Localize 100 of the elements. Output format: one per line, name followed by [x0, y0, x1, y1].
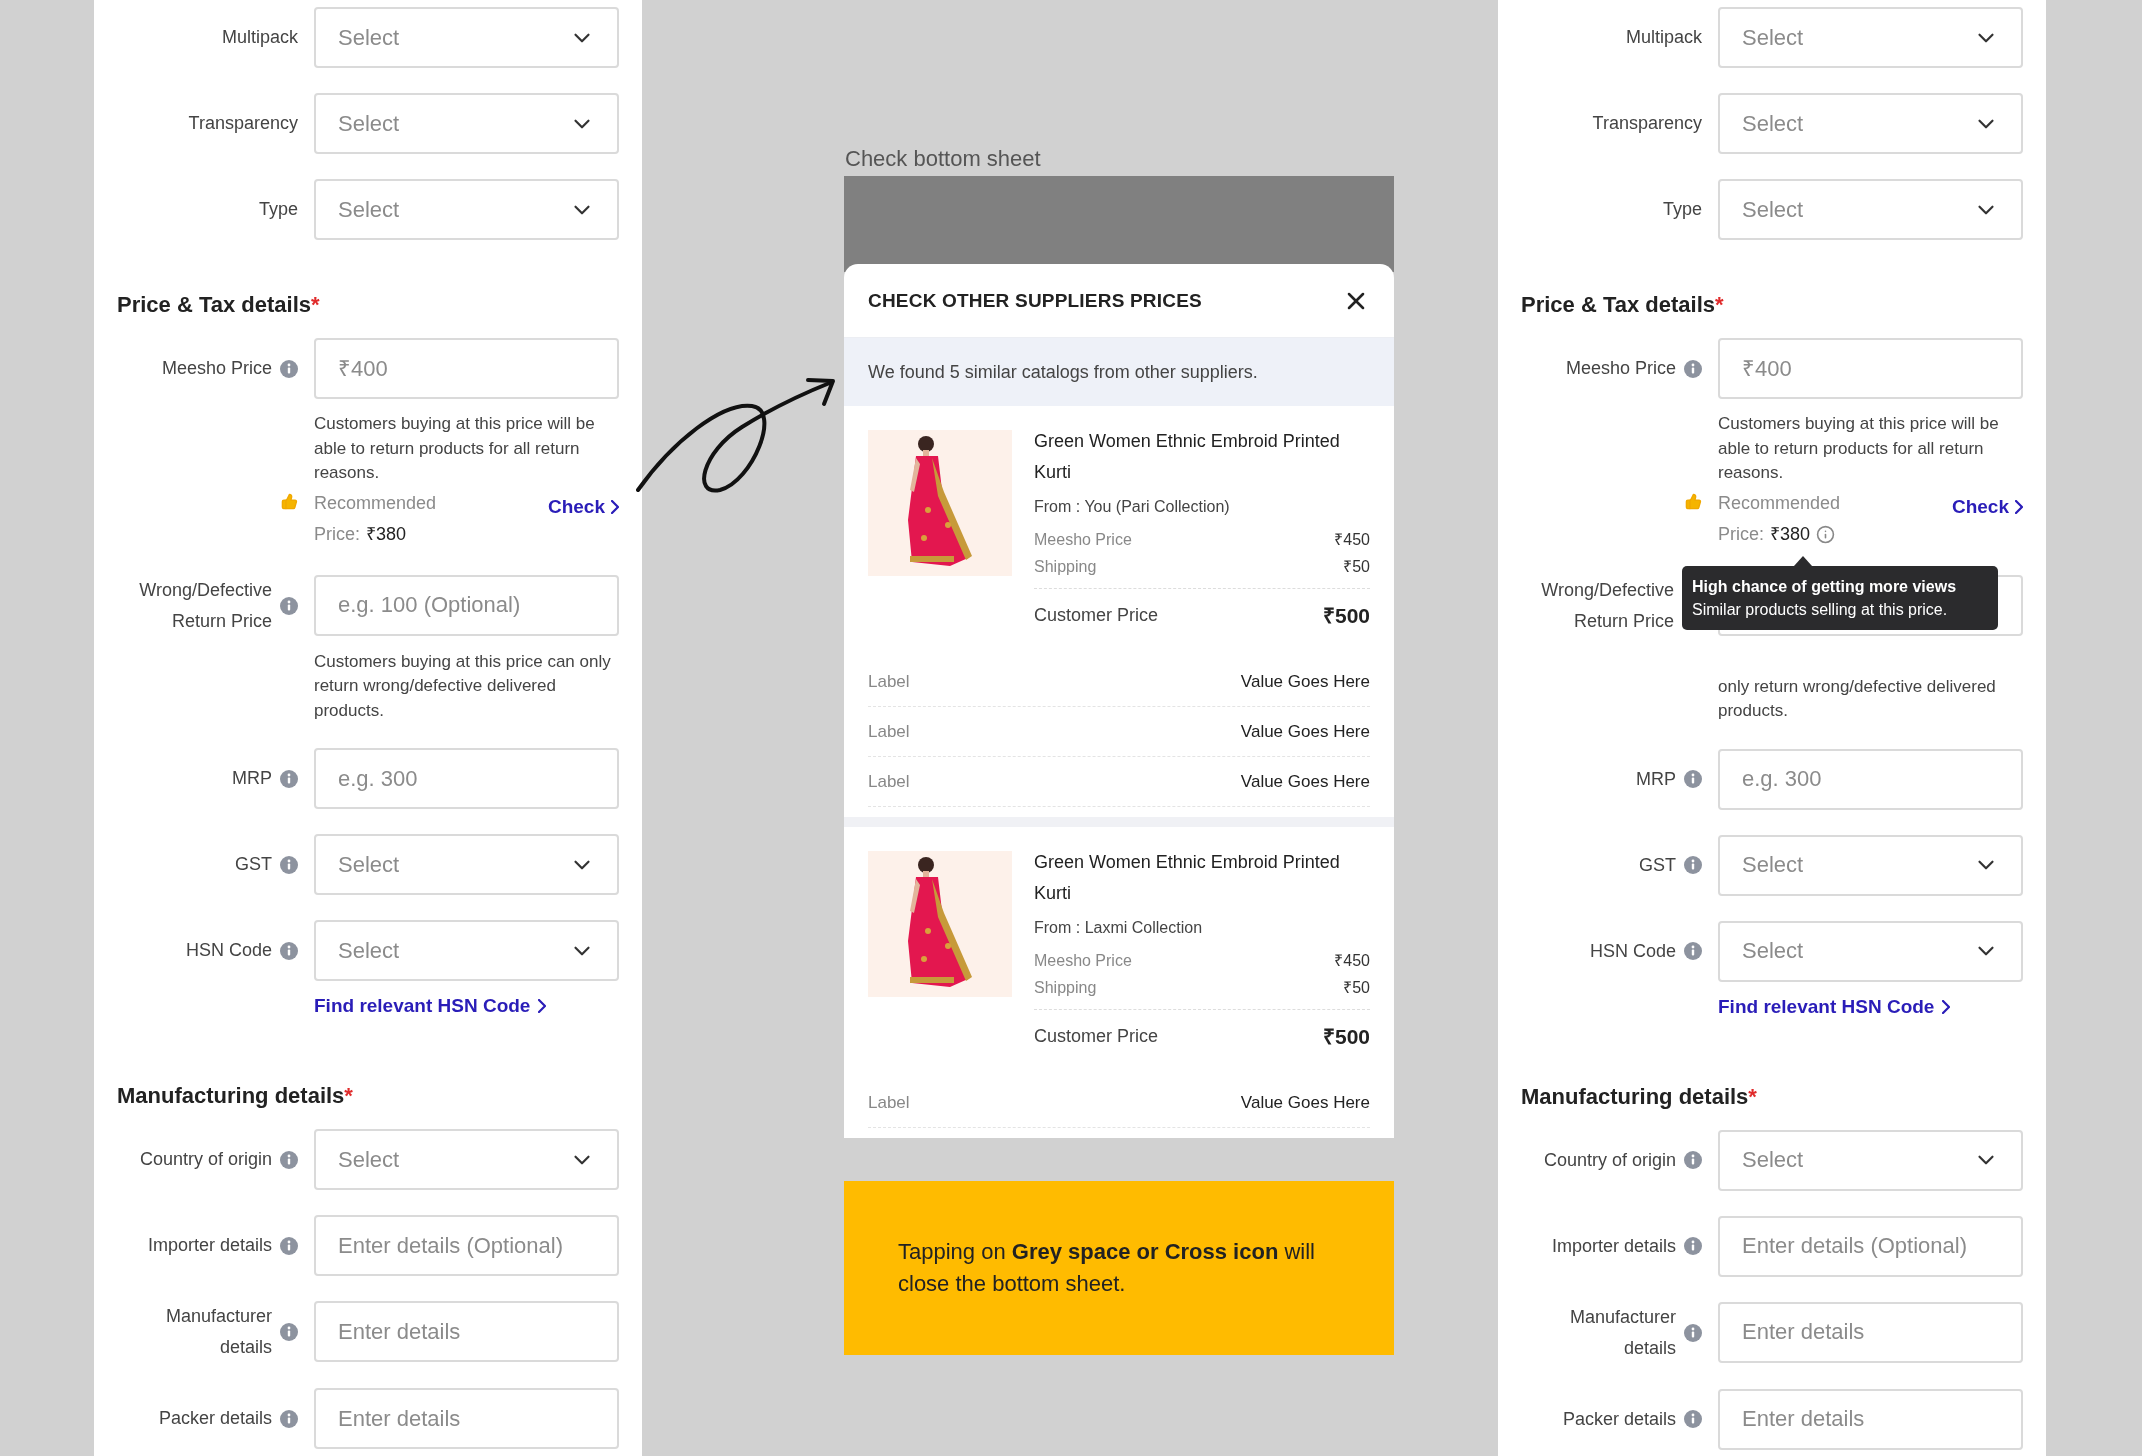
check-link[interactable]: Check: [547, 495, 619, 518]
select-dropdown[interactable]: Select: [1718, 834, 2023, 896]
input-field[interactable]: Enter details: [314, 1388, 619, 1449]
select-dropdown[interactable]: Select: [314, 179, 619, 240]
info-icon[interactable]: [1684, 770, 1702, 788]
field-label: Wrong/Defective Return Price: [1540, 578, 1674, 633]
input-field[interactable]: e.g. 300: [314, 748, 619, 809]
info-icon[interactable]: [280, 1323, 298, 1341]
info-icon[interactable]: [280, 1236, 298, 1255]
chevron-right-icon: [1942, 999, 1951, 1014]
field-label: Packer details: [158, 1407, 272, 1430]
field-label: MRP: [1636, 767, 1676, 791]
tooltip-title: High chance of getting more views: [1692, 576, 1958, 597]
field-label: HSN Code: [185, 939, 272, 962]
input-field[interactable]: Enter details (Optional): [1718, 1215, 2023, 1277]
field-label: Country of origin: [139, 1148, 272, 1171]
customer-price-label: Customer Price: [1034, 1025, 1159, 1047]
select-dropdown[interactable]: Select: [314, 1129, 619, 1190]
hsn-code-link[interactable]: Find relevant HSN Code: [1718, 995, 1951, 1018]
shipping-label: Shipping: [1034, 557, 1097, 577]
field-label: GST: [1639, 853, 1676, 877]
info-icon[interactable]: [1816, 524, 1836, 544]
helper-text: only return wrong/defective delivered products.: [1718, 675, 1997, 722]
select-dropdown[interactable]: Select: [1718, 7, 2023, 68]
recommended-price: ₹380: [366, 522, 407, 546]
detail-label: Label: [868, 771, 910, 792]
info-icon[interactable]: [1684, 1151, 1702, 1169]
input-field[interactable]: e.g. 100 (Optional): [314, 574, 619, 636]
info-icon[interactable]: [280, 359, 298, 378]
note-text: Tapping on Grey space or Cross icon will close the bottom sheet.: [898, 1238, 1316, 1298]
detail-label: Label: [868, 1092, 910, 1113]
price-value: ₹450: [1334, 530, 1370, 550]
input-field[interactable]: ₹400: [314, 338, 619, 399]
field-label: Multipack: [221, 26, 298, 49]
field-label: Multipack: [1625, 26, 1702, 49]
info-icon[interactable]: [280, 1409, 298, 1428]
hsn-code-link[interactable]: Find relevant HSN Code: [314, 995, 547, 1017]
detail-value: Value Goes Here: [1240, 721, 1370, 742]
section-heading: Manufacturing details*: [117, 1083, 354, 1109]
shipping-value: ₹50: [1343, 978, 1370, 998]
field-label: Transparency: [188, 112, 298, 135]
helper-text: Customers buying at this price can only return wrong/defective delivered products.: [314, 650, 612, 722]
thumbs-up-icon: [281, 492, 298, 510]
info-icon[interactable]: [1684, 1323, 1702, 1342]
chevron-right-icon: [538, 999, 547, 1013]
input-field[interactable]: Enter details (Optional): [314, 1215, 619, 1276]
select-dropdown[interactable]: Select: [1718, 179, 2023, 240]
info-icon[interactable]: [1684, 856, 1702, 874]
price-label: Meesho Price: [1034, 951, 1132, 971]
info-icon[interactable]: [1684, 359, 1702, 378]
info-banner: We found 5 similar catalogs from other suppliers.: [844, 338, 1394, 406]
field-label: Packer details: [1562, 1407, 1676, 1431]
info-icon[interactable]: [280, 941, 298, 960]
select-dropdown[interactable]: Select: [1718, 920, 2023, 982]
field-label: HSN Code: [1589, 939, 1676, 963]
field-label: Country of origin: [1543, 1148, 1676, 1172]
info-icon[interactable]: [1684, 942, 1702, 960]
info-icon[interactable]: [280, 769, 298, 788]
select-dropdown[interactable]: Select: [314, 93, 619, 154]
input-field[interactable]: Enter details: [314, 1301, 619, 1362]
price-label: Price:: [1718, 522, 1764, 546]
select-dropdown[interactable]: Select: [314, 920, 619, 981]
recommended-label: Recommended: [1718, 491, 1841, 515]
section-heading: Price & Tax details*: [117, 292, 321, 318]
field-label: Manufacturer details: [1568, 1305, 1676, 1360]
select-dropdown[interactable]: Select: [314, 834, 619, 895]
product-name: Green Women Ethnic Embroid Printed Kurti: [1034, 851, 1341, 905]
info-icon[interactable]: [280, 855, 298, 874]
detail-value: Value Goes Here: [1240, 771, 1370, 792]
dimmed-backdrop[interactable]: [844, 176, 1394, 272]
field-label: Manufacturer details: [164, 1305, 272, 1359]
select-dropdown[interactable]: Select: [314, 7, 619, 68]
chevron-right-icon: [611, 499, 619, 514]
chevron-right-icon: [2015, 499, 2023, 514]
field-label: Meesho Price: [1565, 357, 1676, 380]
info-icon[interactable]: [1684, 1237, 1702, 1255]
info-icon[interactable]: [280, 596, 298, 615]
helper-text: Customers buying at this price will be able to return products for all return reasons.: [314, 413, 596, 484]
recommended-label: Recommended: [314, 491, 437, 515]
detail-label: Label: [868, 721, 910, 742]
field-label: MRP: [232, 767, 272, 790]
field-label: Importer details: [1551, 1234, 1676, 1258]
field-label: Importer details: [147, 1234, 272, 1257]
select-dropdown[interactable]: Select: [1718, 1129, 2023, 1191]
product-name: Green Women Ethnic Embroid Printed Kurti: [1034, 430, 1341, 484]
info-icon[interactable]: [1684, 1410, 1702, 1428]
thumbs-up-icon: [1685, 492, 1702, 510]
input-field[interactable]: Enter details: [1718, 1301, 2023, 1363]
input-field[interactable]: Enter details: [1718, 1388, 2023, 1450]
input-field[interactable]: ₹400: [1718, 338, 2023, 399]
customer-price-value: ₹500: [1322, 603, 1370, 629]
check-link[interactable]: Check: [1951, 495, 2023, 518]
field-label: Meesho Price: [161, 357, 272, 380]
input-field[interactable]: e.g. 300: [1718, 748, 2023, 810]
info-icon[interactable]: [280, 1150, 298, 1169]
sheet-title: CHECK OTHER SUPPLIERS PRICES: [868, 289, 1202, 312]
customer-price-label: Customer Price: [1034, 604, 1159, 626]
price-value: ₹450: [1334, 951, 1370, 971]
shipping-label: Shipping: [1034, 978, 1097, 998]
select-dropdown[interactable]: Select: [1718, 93, 2023, 154]
